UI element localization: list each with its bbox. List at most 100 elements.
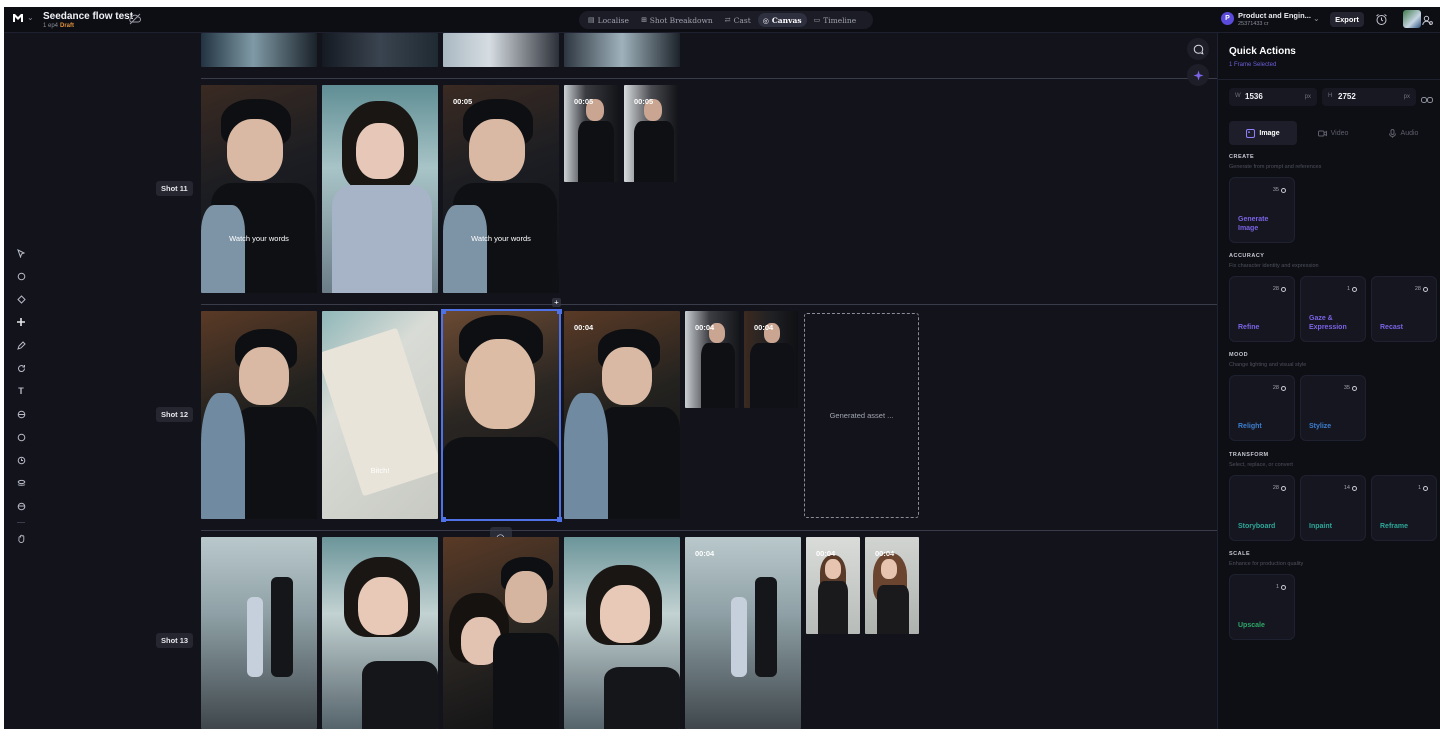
character-blouse: [332, 185, 432, 293]
project-title[interactable]: Seedance flow test: [43, 11, 133, 22]
action-label: Relight: [1238, 423, 1262, 430]
resize-handle[interactable]: [441, 517, 446, 522]
aspect-link-icon[interactable]: [1421, 92, 1433, 103]
relight-button[interactable]: 28 Relight: [1229, 375, 1295, 441]
width-unit: px: [1304, 94, 1311, 100]
gaze-expression-button[interactable]: 1 Gaze & Expression: [1300, 276, 1366, 342]
character-face: [356, 123, 404, 179]
quick-actions-button[interactable]: [1187, 64, 1209, 86]
tab-audio[interactable]: Audio: [1369, 121, 1437, 145]
shot-frame[interactable]: [564, 537, 680, 729]
resize-handle[interactable]: [557, 309, 562, 314]
credit-icon: [1281, 187, 1286, 193]
tab-cast[interactable]: ⇄ Cast: [720, 13, 756, 27]
org-chevron-down-icon[interactable]: ⌄: [1313, 14, 1320, 23]
user-settings-icon[interactable]: [1422, 13, 1433, 26]
take-thumbnail[interactable]: 00:04: [806, 537, 860, 634]
shot-frame[interactable]: [443, 537, 559, 729]
app-logo-icon[interactable]: [12, 12, 24, 24]
character-face: [600, 585, 650, 643]
comments-button[interactable]: [1187, 38, 1209, 60]
take-thumbnail[interactable]: 00:04: [744, 311, 798, 408]
height-field[interactable]: H 2752 px: [1322, 88, 1416, 106]
shot-frame[interactable]: [322, 85, 438, 293]
panel-divider: [1218, 79, 1440, 80]
cost-value: 28: [1414, 286, 1421, 292]
take-thumbnail[interactable]: 00:04: [865, 537, 919, 634]
duration-badge: 00:05: [453, 97, 473, 106]
avatar[interactable]: [1403, 10, 1421, 28]
shot-frame-selected[interactable]: [441, 309, 561, 521]
tab-video[interactable]: Video: [1299, 121, 1367, 145]
export-button[interactable]: Export: [1330, 12, 1364, 27]
width-field[interactable]: W 1536 px: [1229, 88, 1317, 106]
refine-button[interactable]: 28 Refine: [1229, 276, 1295, 342]
upscale-button[interactable]: 1 Upscale: [1229, 574, 1295, 640]
chat-bubble-icon: [1193, 44, 1204, 55]
shot-frame[interactable]: [322, 33, 438, 67]
org-avatar[interactable]: P: [1221, 12, 1234, 25]
shot-frame[interactable]: [201, 311, 317, 519]
shot-frame[interactable]: Bitch!: [322, 311, 438, 519]
credit-icon: [1423, 485, 1428, 491]
add-frame-button[interactable]: +: [552, 298, 561, 307]
shot-frame[interactable]: 00:05 Watch your words: [443, 85, 559, 293]
inpaint-button[interactable]: 14 Inpaint: [1300, 475, 1366, 541]
tab-image[interactable]: Image: [1229, 121, 1297, 145]
canvas-icon: ◎: [762, 15, 769, 25]
credit-cost: 28: [1273, 485, 1286, 491]
storyboard-button[interactable]: 28 Storyboard: [1229, 475, 1295, 541]
tab-label: Audio: [1400, 129, 1419, 137]
character-suit: [493, 633, 559, 729]
resize-handle[interactable]: [441, 309, 446, 314]
character-suit: [443, 437, 559, 519]
recast-button[interactable]: 28 Recast: [1371, 276, 1437, 342]
shot-frame[interactable]: [564, 33, 680, 67]
project-meta: 1 ep4 Draft: [43, 23, 74, 29]
take-thumbnail[interactable]: 00:05: [624, 85, 678, 182]
section-title-transform: TRANSFORM: [1229, 452, 1269, 458]
character-face: [465, 339, 535, 429]
action-label: Upscale: [1238, 622, 1265, 629]
character-face: [469, 119, 525, 181]
sparkle-icon: [1193, 70, 1203, 80]
stylize-button[interactable]: 35 Stylize: [1300, 375, 1366, 441]
org-name[interactable]: Product and Engin...: [1238, 11, 1311, 20]
take-thumbnail[interactable]: 00:05: [564, 85, 618, 182]
action-label: Storyboard: [1238, 523, 1276, 530]
tab-canvas[interactable]: ◎ Canvas: [757, 13, 807, 27]
shot-frame[interactable]: [443, 33, 559, 67]
draft-badge: Draft: [60, 23, 75, 29]
duration-badge: 00:04: [695, 323, 715, 332]
duration-badge: 00:05: [634, 97, 654, 106]
shot-frame[interactable]: [201, 537, 317, 729]
image-icon: [1246, 128, 1256, 138]
shot-frame[interactable]: [201, 33, 317, 67]
canvas-area[interactable]: Shot 11 Watch your words 00:05 Watch you…: [4, 33, 1217, 729]
microphone-icon: [1388, 128, 1396, 138]
app-menu-caret-icon[interactable]: ⌄: [27, 13, 34, 22]
tab-shot-breakdown[interactable]: ⊞ Shot Breakdown: [636, 13, 718, 27]
shot-frame[interactable]: Watch your words: [201, 85, 317, 293]
row-divider: [201, 530, 1217, 531]
character-face: [505, 571, 547, 623]
cost-value: 14: [1343, 485, 1350, 491]
project-episode: 1 ep4: [43, 23, 59, 29]
shot-frame[interactable]: [322, 537, 438, 729]
shot-frame[interactable]: 00:04: [685, 537, 801, 729]
view-switcher: ▤ Localise ⊞ Shot Breakdown ⇄ Cast ◎ Canvas …: [579, 11, 873, 29]
tab-localise[interactable]: ▤ Localise: [583, 13, 634, 27]
tab-timeline[interactable]: ▭ Timeline: [809, 13, 862, 27]
shot-frame[interactable]: 00:04: [564, 311, 680, 519]
resize-handle[interactable]: [557, 517, 562, 522]
generate-image-button[interactable]: 35 Generate Image: [1229, 177, 1295, 243]
take-thumbnail[interactable]: 00:04: [685, 311, 739, 408]
reframe-button[interactable]: 1 Reframe: [1371, 475, 1437, 541]
character-figure: [731, 597, 747, 677]
alarm-clock-icon[interactable]: [1375, 13, 1388, 26]
credit-icon: [1352, 385, 1357, 391]
section-title-scale: SCALE: [1229, 551, 1251, 557]
width-value: 1536: [1245, 92, 1263, 101]
cloud-off-icon[interactable]: [128, 12, 142, 26]
tab-label: Cast: [733, 15, 751, 25]
